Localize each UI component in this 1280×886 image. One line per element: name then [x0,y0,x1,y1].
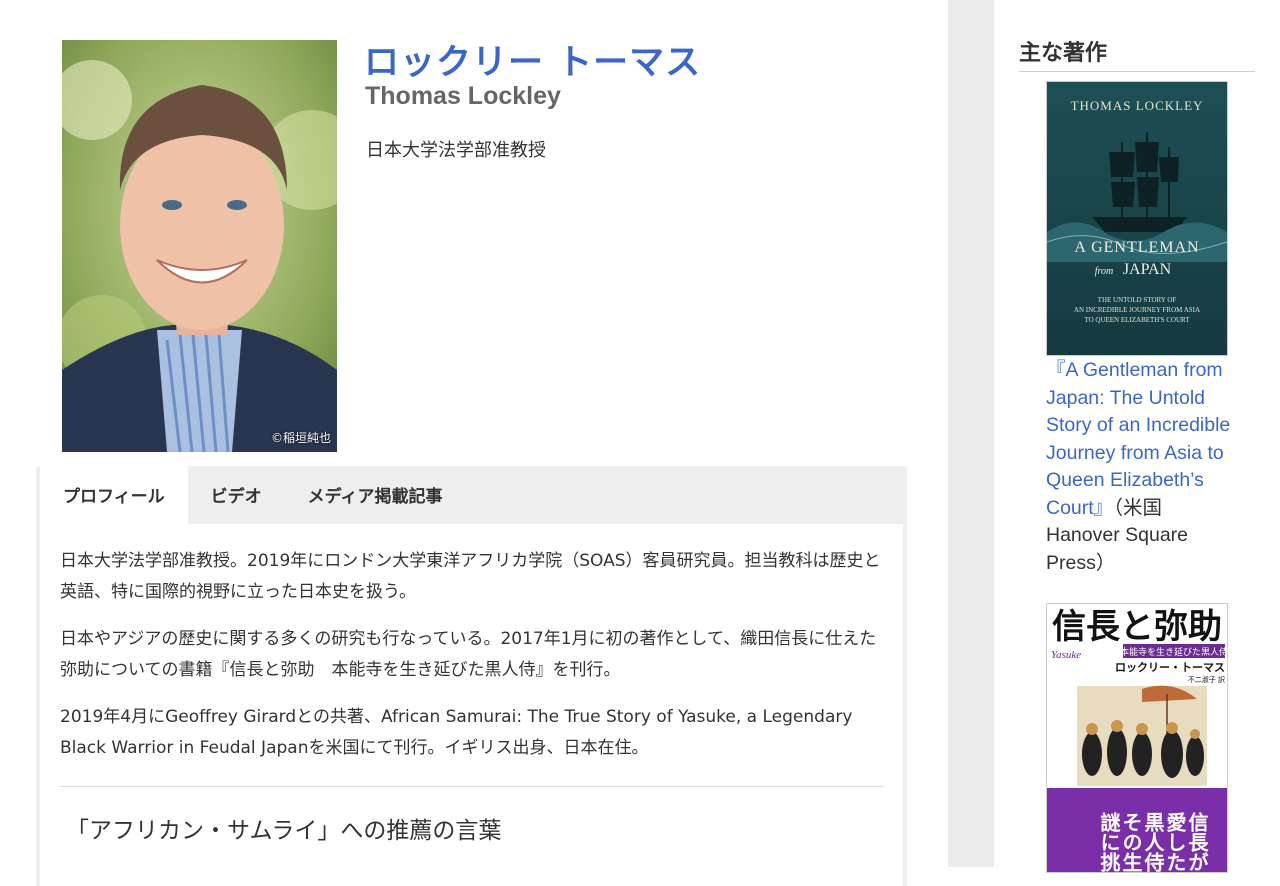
book-cover-nobunaga-and-yasuke[interactable]: 信長と弥助 本能寺を生き延びた黒人侍 Yasuke ロックリー・トーマス 不二淑… [1046,603,1228,873]
book1-link[interactable]: 『A Gentleman from Japan: The Untold Stor… [1046,359,1230,519]
book2-author: ロックリー・トーマス [1115,661,1225,674]
book2-subtitle: 本能寺を生き延びた黒人侍 [1120,646,1227,658]
book2-yasuke: Yasuke [1051,649,1081,661]
profile-name-english: Thomas Lockley [365,82,561,110]
book1-title-line1: A GENTLEMAN [1074,239,1199,256]
profile-paragraph: 日本大学法学部准教授。2019年にロンドン大学東洋アフリカ学院（SOAS）客員研… [60,551,881,602]
book1-subtitle-3: TO QUEEN ELIZABETH'S COURT [1084,316,1190,324]
profile-position: 日本大学法学部准教授 [366,140,546,161]
tab-profile[interactable]: プロフィール [40,466,188,524]
book1-subtitle-2: AN INCREDIBLE JOURNEY FROM ASIA [1074,306,1200,314]
book2-title: 信長と弥助 [1052,607,1222,647]
profile-name-japanese: ロックリー トーマス [364,43,702,83]
book2-translator: 不二淑子 訳 [1188,675,1225,684]
tab-content: 日本大学法学部准教授。2019年にロンドン大学東洋アフリカ学院（SOAS）客員研… [40,524,903,886]
profile-paragraph: 日本やアジアの歴史に関する多くの研究も行なっている。2017年1月に初の著作とし… [60,629,877,680]
book2-catch-2: 愛した [1163,812,1187,872]
recommendation-heading: 「アフリカン・サムライ」への推薦の言葉 [66,818,502,844]
tab-video[interactable]: ビデオ [188,466,285,524]
book1-caption: 『A Gentleman from Japan: The Untold Stor… [1046,357,1236,577]
page-gutter [948,0,994,867]
photo-credit: ©稲垣純也 [270,431,331,445]
sidebar-heading: 主な著作 [1019,35,1255,72]
book2-catch-3: 黒人侍 [1141,812,1165,872]
divider [60,786,883,787]
profile-tabs-panel: プロフィール ビデオ メディア掲載記事 日本大学法学部准教授。2019年にロンド… [36,466,907,886]
book2-catch-5: 謎に挑む [1097,812,1121,872]
book2-catch-1: 信長が [1185,811,1209,872]
tab-media-articles[interactable]: メディア掲載記事 [285,466,466,524]
profile-paragraph: 2019年4月にGeoffrey Girardとの共著、African Samu… [60,707,853,758]
book1-subtitle-1: THE UNTOLD STORY OF [1098,296,1177,304]
book-cover-gentleman-from-japan[interactable]: THOMAS LOCKLEY A GENTLEMAN from JAPAN TH… [1046,81,1228,356]
book1-author: THOMAS LOCKLEY [1071,98,1204,113]
book1-title-from: from [1095,266,1114,277]
profile-photo: ©稲垣純也 [62,40,337,452]
tab-bar: プロフィール ビデオ メディア掲載記事 [36,466,907,524]
book2-catch-4: その生涯の [1119,812,1143,872]
book1-title-line2: JAPAN [1123,261,1172,278]
